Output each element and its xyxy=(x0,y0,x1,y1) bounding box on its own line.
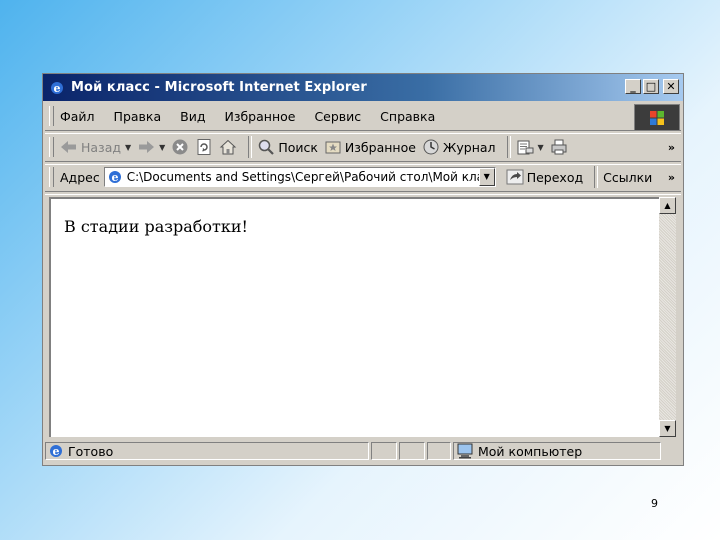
back-button[interactable]: Назад ▼ xyxy=(60,139,131,155)
menu-favorites[interactable]: Избранное xyxy=(224,109,295,124)
ie-page-icon: e xyxy=(108,171,121,184)
stop-button[interactable] xyxy=(171,138,189,156)
maximize-button[interactable]: □ xyxy=(643,79,659,94)
slide-page-number: 9 xyxy=(651,497,658,510)
favorites-label: Избранное xyxy=(344,139,416,155)
print-icon xyxy=(551,139,567,155)
refresh-icon xyxy=(197,139,211,155)
forward-button[interactable]: ▼ xyxy=(137,139,165,155)
close-button[interactable]: ✕ xyxy=(663,79,679,94)
address-value: C:\Documents and Settings\Сергей\Рабочий… xyxy=(126,170,496,184)
print-button[interactable] xyxy=(550,138,568,156)
status-text: Готово xyxy=(68,443,114,459)
links-chevron-icon[interactable]: » xyxy=(668,171,675,184)
standard-toolbar: Назад ▼ ▼ Поиск Избранное Журнал ▼ » xyxy=(45,133,681,161)
address-dropdown-button[interactable]: ▼ xyxy=(478,168,495,186)
home-icon xyxy=(220,139,237,155)
forward-arrow-icon xyxy=(139,141,155,153)
status-zone-pane: Мой компьютер xyxy=(453,442,661,460)
chevron-down-icon[interactable]: ▼ xyxy=(159,143,165,152)
menu-view[interactable]: Вид xyxy=(180,109,205,124)
address-input[interactable]: e C:\Documents and Settings\Сергей\Рабоч… xyxy=(103,167,496,187)
home-button[interactable] xyxy=(219,138,237,156)
status-pane xyxy=(399,442,425,460)
refresh-button[interactable] xyxy=(195,138,213,156)
status-main-pane: e Готово xyxy=(45,442,369,460)
status-bar: e Готово Мой компьютер xyxy=(45,439,681,463)
go-button[interactable]: Переход xyxy=(506,169,583,185)
ie-window: e Мой класс - Microsoft Internet Explore… xyxy=(42,73,684,466)
go-label: Переход xyxy=(526,169,584,185)
address-label: Адрес xyxy=(60,169,100,185)
search-icon xyxy=(259,139,275,155)
chevron-down-icon[interactable]: ▼ xyxy=(125,143,131,152)
status-zone-text: Мой компьютер xyxy=(478,443,583,459)
address-bar: Адрес e C:\Documents and Settings\Сергей… xyxy=(45,163,681,191)
svg-text:e: e xyxy=(111,171,118,184)
search-label: Поиск xyxy=(278,139,318,155)
ie-icon: e xyxy=(51,81,63,95)
page-content: В стадии разработки! xyxy=(49,197,659,437)
favorites-icon xyxy=(325,141,341,154)
status-pane xyxy=(371,442,397,460)
ie-page-icon: e xyxy=(50,445,62,458)
favorites-button[interactable]: Избранное xyxy=(324,138,416,156)
toolbar-grip[interactable] xyxy=(49,167,54,187)
mail-button[interactable]: ▼ xyxy=(516,138,544,156)
go-arrow-icon xyxy=(506,169,524,185)
windows-flag-icon xyxy=(650,110,664,125)
toolbar-chevron-icon[interactable]: » xyxy=(668,141,675,154)
chevron-down-icon[interactable]: ▼ xyxy=(538,143,544,152)
toolbar-separator xyxy=(594,166,599,188)
links-button[interactable]: Ссылки xyxy=(603,170,652,185)
menu-edit[interactable]: Правка xyxy=(114,109,162,124)
toolbar-grip[interactable] xyxy=(49,106,54,126)
scroll-down-button[interactable]: ▼ xyxy=(659,420,676,437)
mail-icon xyxy=(517,140,534,155)
history-button[interactable]: Журнал xyxy=(422,138,496,156)
toolbar-separator xyxy=(506,136,511,158)
menu-tools[interactable]: Сервис xyxy=(314,109,361,124)
page-text: В стадии разработки! xyxy=(64,217,248,236)
svg-text:e: e xyxy=(54,82,61,95)
stop-icon xyxy=(172,139,188,155)
status-pane xyxy=(427,442,451,460)
toolbar-separator xyxy=(248,136,253,158)
svg-text:e: e xyxy=(53,445,60,458)
history-icon xyxy=(423,139,439,155)
toolbar-grip[interactable] xyxy=(49,137,54,157)
back-label: Назад xyxy=(81,139,122,155)
title-bar[interactable]: e Мой класс - Microsoft Internet Explore… xyxy=(43,74,683,101)
throbber xyxy=(634,104,680,131)
scroll-up-button[interactable]: ▲ xyxy=(659,197,676,214)
back-arrow-icon xyxy=(61,141,76,153)
search-button[interactable]: Поиск xyxy=(257,138,318,156)
address-separator xyxy=(45,191,681,195)
history-label: Журнал xyxy=(442,139,496,155)
menu-bar: Файл Правка Вид Избранное Сервис Справка xyxy=(45,103,631,129)
menu-file[interactable]: Файл xyxy=(60,109,95,124)
vertical-scrollbar[interactable]: ▲ ▼ xyxy=(659,197,676,437)
minimize-button[interactable]: _ xyxy=(625,79,641,94)
window-title: Мой класс - Microsoft Internet Explorer xyxy=(71,80,367,95)
menu-help[interactable]: Справка xyxy=(380,109,435,124)
computer-icon xyxy=(457,443,473,459)
